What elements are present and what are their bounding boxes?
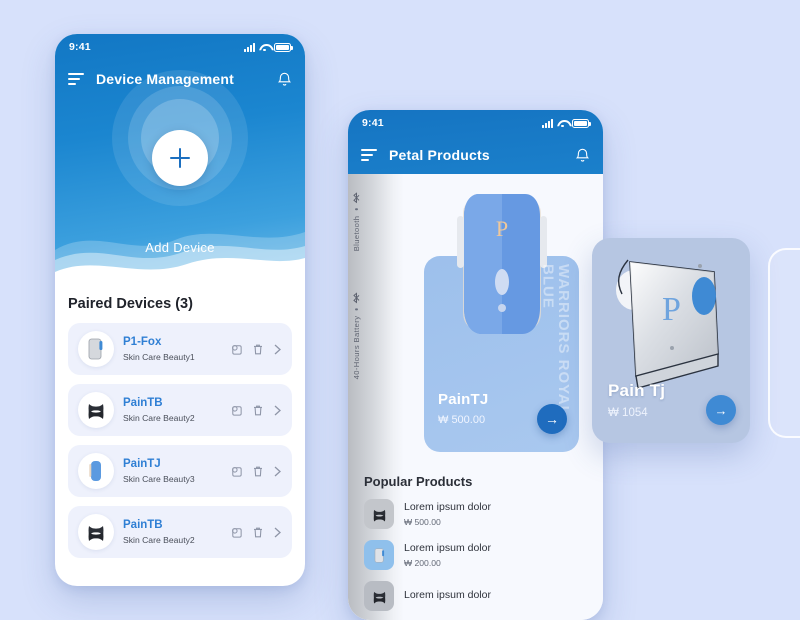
trash-icon[interactable] (252, 343, 264, 356)
bell-icon[interactable] (277, 71, 292, 87)
status-time: 9:41 (362, 117, 384, 129)
canvas: 9:41 Device Management Paired Devices (3… (0, 0, 800, 620)
chevron-right-icon[interactable] (273, 465, 282, 478)
trash-icon[interactable] (252, 526, 264, 539)
bluetooth-icon (353, 292, 360, 303)
device-name: PainTB (123, 397, 163, 410)
edge-outline-card[interactable] (768, 248, 800, 438)
svg-text:P: P (495, 216, 507, 241)
device-name: PainTJ (123, 458, 161, 471)
popular-products-section: Popular Products Lorem ipsum dolor ₩ 500… (348, 474, 603, 620)
pain-tj-floating-card[interactable]: P Pain Tj ₩ 1054 → (592, 238, 750, 443)
signal-icon (244, 42, 255, 52)
device-black-icon (364, 581, 394, 611)
wifi-icon (557, 119, 568, 128)
product-price: ₩ 500.00 (404, 516, 441, 527)
device-black-icon (78, 514, 114, 550)
add-device-button[interactable] (152, 130, 208, 186)
list-item[interactable]: Lorem ipsum dolor (364, 581, 587, 611)
arrow-right-icon[interactable]: → (537, 404, 567, 434)
device-silver-icon (364, 540, 394, 570)
status-bar: 9:41 (348, 110, 603, 136)
hamburger-icon[interactable] (68, 73, 84, 85)
hero-section: 9:41 Device Management (55, 34, 305, 282)
paired-devices-section: Paired Devices (3) P1-Fox Skin Care Beau… (55, 282, 305, 558)
chevron-right-icon[interactable] (273, 343, 282, 356)
featured-product-name: PainTJ (438, 391, 489, 408)
app-bar: Petal Products (348, 136, 603, 174)
signal-icon (542, 118, 553, 128)
card-title: Pain Tj (608, 381, 666, 400)
paired-devices-title: Paired Devices (3) (68, 296, 193, 312)
product-name: Lorem ipsum dolor (404, 501, 491, 514)
arrow-right-icon[interactable]: → (706, 395, 736, 425)
bell-icon[interactable] (575, 147, 590, 163)
list-item[interactable]: Lorem ipsum dolor ₩ 200.00 (364, 540, 587, 570)
petal-products-screen: 9:41 Petal Products Bluetooth 40-Hours B… (348, 110, 603, 620)
wave-decoration (55, 232, 305, 282)
table-row[interactable]: PainTB Skin Care Beauty2 (68, 506, 292, 558)
transfer-icon[interactable] (230, 465, 243, 478)
spec-text: Bluetooth (352, 215, 361, 252)
device-black-icon (364, 499, 394, 529)
status-bar: 9:41 (55, 34, 305, 60)
device-blue-icon (78, 453, 114, 489)
card-price: ₩ 1054 (608, 407, 648, 419)
table-row[interactable]: PainTJ Skin Care Beauty3 (68, 445, 292, 497)
device-name: P1-Fox (123, 336, 162, 349)
table-row[interactable]: PainTB Skin Care Beauty2 (68, 384, 292, 436)
transfer-icon[interactable] (230, 526, 243, 539)
trash-icon[interactable] (252, 404, 264, 417)
device-name: PainTB (123, 519, 163, 532)
popular-products-title: Popular Products (364, 474, 473, 489)
svg-text:P: P (662, 291, 681, 328)
hamburger-icon[interactable] (361, 149, 377, 161)
battery-icon (274, 42, 293, 52)
device-subtitle: Skin Care Beauty1 (123, 351, 195, 362)
wifi-icon (259, 43, 270, 52)
product-price: ₩ 200.00 (404, 557, 441, 568)
list-item[interactable]: Lorem ipsum dolor ₩ 500.00 (364, 499, 587, 529)
status-time: 9:41 (69, 41, 91, 53)
table-row[interactable]: P1-Fox Skin Care Beauty1 (68, 323, 292, 375)
device-subtitle: Skin Care Beauty2 (123, 534, 195, 545)
transfer-icon[interactable] (230, 343, 243, 356)
products-body: Bluetooth 40-Hours Battery P WARRIORS RO… (348, 174, 603, 620)
bluetooth-icon (353, 192, 360, 203)
trash-icon[interactable] (252, 465, 264, 478)
transfer-icon[interactable] (230, 404, 243, 417)
featured-product-card[interactable]: P WARRIORS ROYAL BLUE PainTJ ₩ 500.00 → (424, 194, 579, 452)
spec-label-battery: 40-Hours Battery (352, 292, 361, 379)
battery-icon (572, 118, 591, 128)
chevron-right-icon[interactable] (273, 404, 282, 417)
device-black-icon (78, 392, 114, 428)
device-subtitle: Skin Care Beauty3 (123, 473, 195, 484)
device-silver-icon (78, 331, 114, 367)
featured-product-price: ₩ 500.00 (438, 414, 486, 426)
spec-text: 40-Hours Battery (352, 315, 361, 380)
device-blue-illustration: P (456, 194, 547, 334)
device-subtitle: Skin Care Beauty2 (123, 412, 195, 423)
chevron-right-icon[interactable] (273, 526, 282, 539)
product-name: Lorem ipsum dolor (404, 589, 491, 602)
product-name: Lorem ipsum dolor (404, 542, 491, 555)
page-title: Petal Products (389, 147, 490, 163)
spec-label-bluetooth: Bluetooth (352, 192, 361, 251)
device-management-screen: 9:41 Device Management Paired Devices (3… (55, 34, 305, 586)
